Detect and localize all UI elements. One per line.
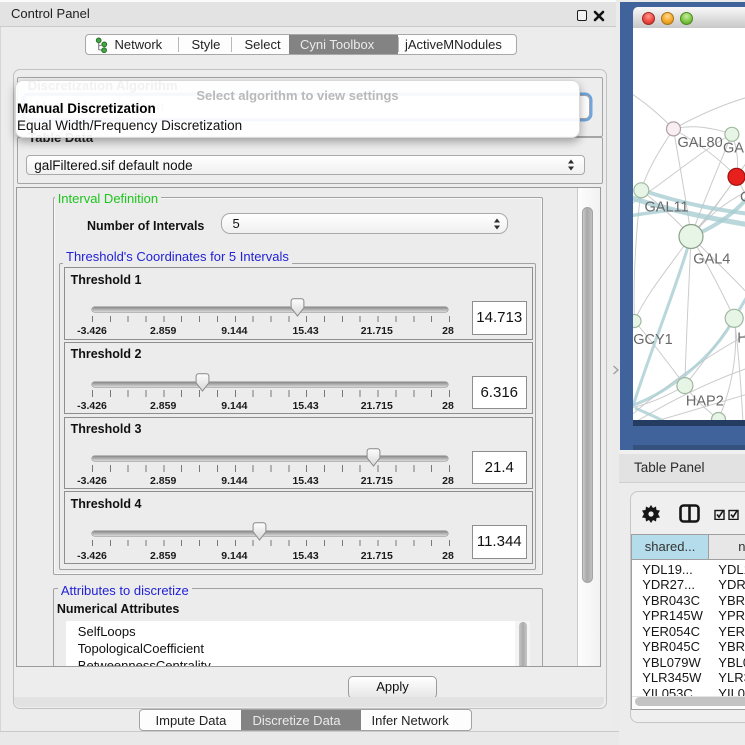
svg-text:C: C xyxy=(740,189,745,205)
svg-text:HAP2: HAP2 xyxy=(685,393,723,409)
svg-text:GAL11: GAL11 xyxy=(644,199,688,215)
svg-text:GAL4: GAL4 xyxy=(693,251,730,267)
svg-text:GA: GA xyxy=(723,140,744,156)
svg-text:GCY1: GCY1 xyxy=(633,332,673,348)
svg-text:GAL80: GAL80 xyxy=(677,135,722,151)
svg-text:H: H xyxy=(737,330,745,346)
